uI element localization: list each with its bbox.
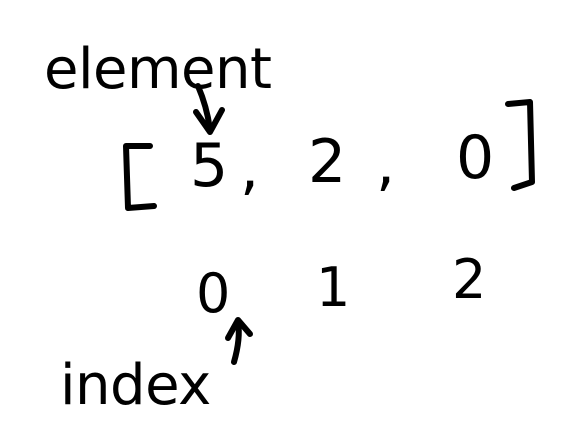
index-2: 2 xyxy=(452,248,486,311)
array-element-0: 5 xyxy=(190,131,228,201)
array-element-2: 0 xyxy=(456,123,494,193)
array-index-diagram: element 5 2 0 , , 0 1 2 index xyxy=(44,37,535,418)
array-element-1: 2 xyxy=(308,127,346,197)
index-arrow xyxy=(225,317,253,365)
close-bracket xyxy=(505,99,535,191)
open-bracket xyxy=(123,143,157,211)
element-label: element xyxy=(44,37,271,102)
index-0: 0 xyxy=(196,262,230,325)
index-1: 1 xyxy=(316,256,350,319)
index-label: index xyxy=(60,353,211,418)
comma-separator-1: , xyxy=(240,133,259,203)
comma-separator-2: , xyxy=(376,129,395,199)
